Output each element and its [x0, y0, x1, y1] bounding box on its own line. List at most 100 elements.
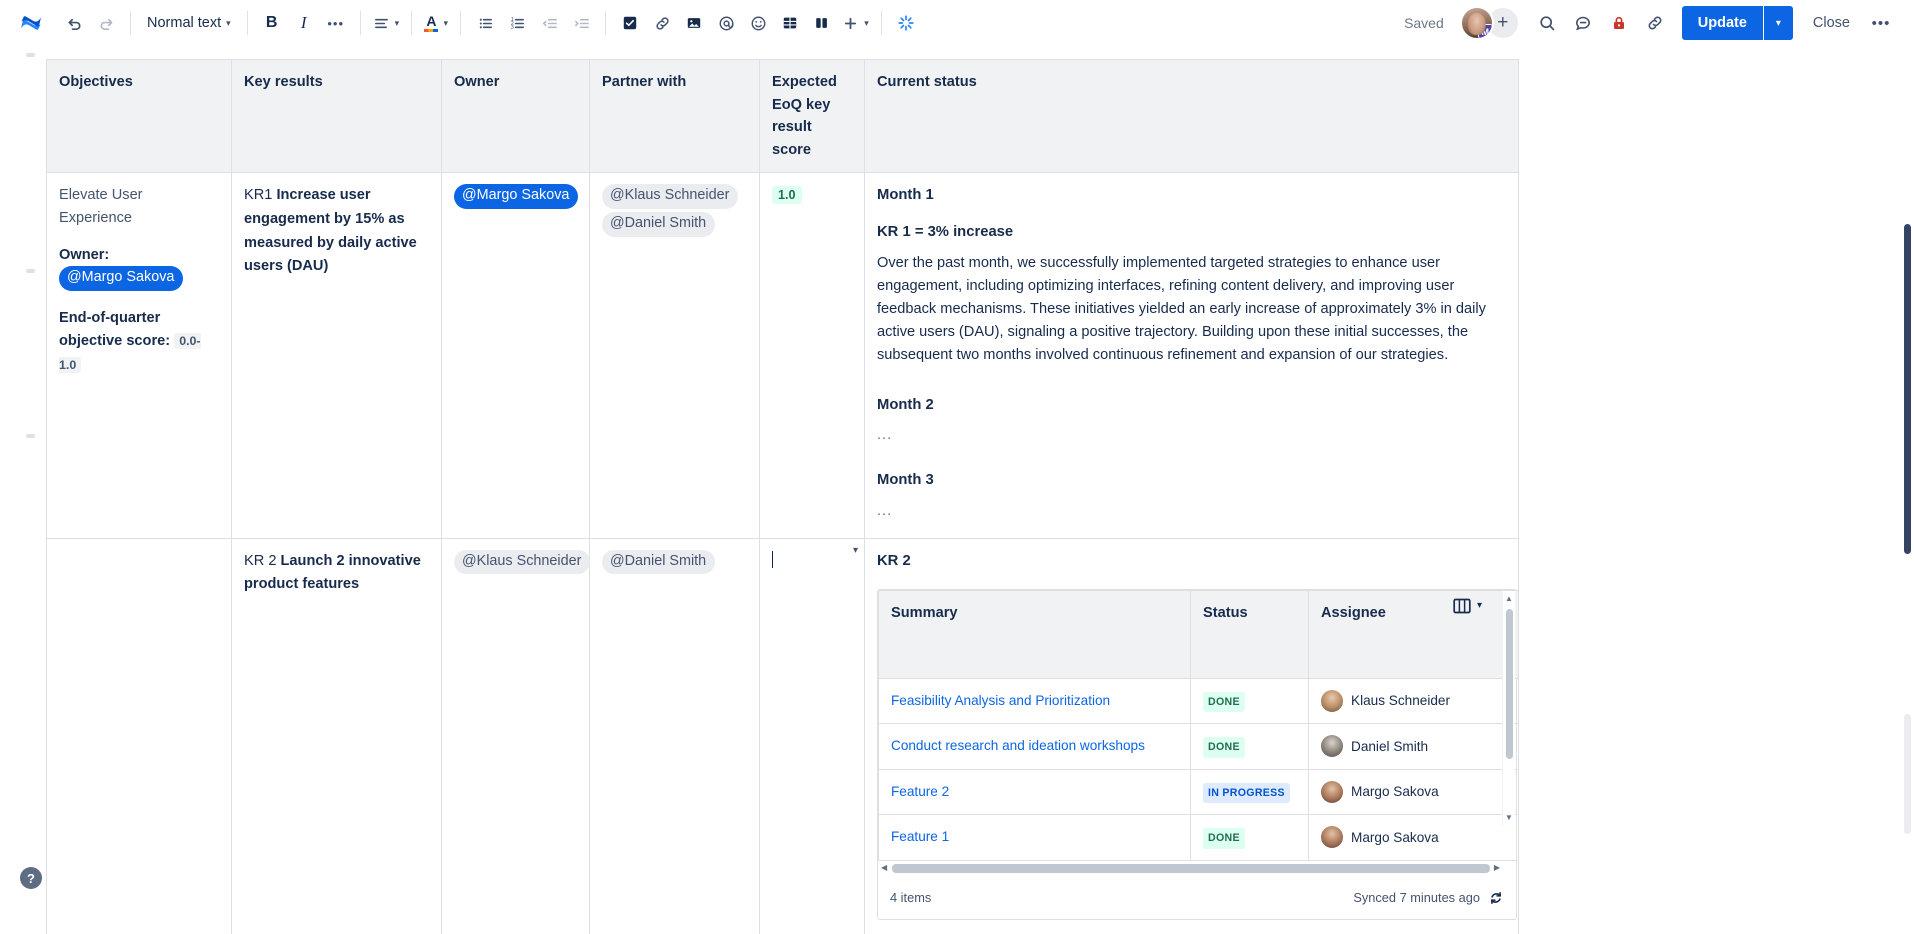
text-align-icon[interactable]: ▾	[369, 7, 404, 39]
cell-current-status[interactable]: Month 1 KR 1 = 3% increase Over the past…	[865, 173, 1519, 538]
cell-current-status[interactable]: KR 2 ▾	[865, 538, 1519, 934]
comment-icon[interactable]	[1566, 6, 1600, 40]
mention-chip[interactable]: @Margo Sakova	[454, 184, 578, 209]
score-header-line-2: EoQ key	[772, 94, 852, 117]
cell-objective[interactable]: Elevate User Experience Owner: @Margo Sa…	[47, 173, 232, 538]
mention-chip[interactable]: @Margo Sakova	[59, 266, 183, 291]
jira-vertical-scroll-thumb[interactable]	[1506, 609, 1513, 759]
cell-partner-with[interactable]: @Daniel Smith	[590, 538, 760, 934]
jira-row[interactable]: Conduct research and ideation workshops …	[879, 724, 1519, 770]
lock-restrictions-icon[interactable]	[1602, 6, 1636, 40]
page-scrollbar-track[interactable]	[1900, 94, 1914, 934]
close-button[interactable]: Close	[1801, 6, 1862, 40]
toolbar-divider	[130, 11, 131, 35]
score-header-line-3: result score	[772, 116, 852, 161]
task-checkbox-icon[interactable]	[614, 7, 646, 39]
toolbar-divider	[605, 11, 606, 35]
jira-table-scroll-area: ▾ Summary Status Assignee	[878, 590, 1516, 860]
jira-row[interactable]: Feature 1 DONE Margo Sakova	[879, 815, 1519, 860]
jira-column-header-status[interactable]: Status	[1191, 590, 1309, 678]
avatar[interactable]: M	[1460, 6, 1494, 40]
list-group: 123	[469, 7, 597, 39]
page-layout-icon[interactable]	[806, 7, 838, 39]
column-header-expected-score[interactable]: Expected EoQ key result score	[760, 60, 865, 173]
help-button[interactable]: ?	[20, 867, 42, 889]
jira-issue-link[interactable]: Conduct research and ideation workshops	[891, 738, 1145, 753]
scroll-left-arrow-icon[interactable]: ◀	[881, 862, 887, 874]
cell-objective[interactable]	[47, 538, 232, 934]
cell-key-result[interactable]: KR1 Increase user engagement by 15% as m…	[232, 173, 442, 538]
jira-footer: 4 items Synced 7 minutes ago	[878, 875, 1516, 919]
table-row: KR 2 Launch 2 innovative product feature…	[47, 538, 1519, 934]
column-header-partner-with[interactable]: Partner with	[590, 60, 760, 173]
more-options-button[interactable]: •••	[1864, 6, 1898, 40]
image-icon[interactable]	[678, 7, 710, 39]
cell-expected-score[interactable]: ▾	[760, 538, 865, 934]
jira-horizontal-scrollbar[interactable]: ◀ ▶	[878, 860, 1516, 875]
redo-icon[interactable]	[90, 7, 122, 39]
column-header-owner[interactable]: Owner	[442, 60, 590, 173]
indent-icon[interactable]	[565, 7, 597, 39]
atlassian-intelligence-icon[interactable]	[890, 7, 922, 39]
mention-chip[interactable]: @Daniel Smith	[602, 550, 715, 575]
status-month-3-body: ...	[877, 500, 1506, 523]
secondary-scrollbar-thumb[interactable]	[1904, 714, 1911, 834]
confluence-editor-window: Normal text ▾ B I ••• ▾ A ▾	[0, 0, 1914, 934]
column-header-key-results[interactable]: Key results	[232, 60, 442, 173]
link-icon[interactable]	[646, 7, 678, 39]
toolbar-divider	[411, 11, 412, 35]
toolbar-divider	[460, 11, 461, 35]
jira-row[interactable]: Feature 2 IN PROGRESS Margo Sakova	[879, 769, 1519, 815]
jira-column-header-summary[interactable]: Summary	[879, 590, 1191, 678]
mention-chip[interactable]: @Klaus Schneider	[602, 184, 738, 209]
plus-insert-icon[interactable]: ▾	[838, 7, 873, 39]
more-formatting-button[interactable]: •••	[320, 7, 352, 39]
text-style-dropdown[interactable]: Normal text ▾	[139, 7, 239, 39]
confluence-logo-icon	[16, 8, 46, 38]
jira-horizontal-scroll-thumb[interactable]	[892, 864, 1490, 873]
jira-vertical-scrollbar[interactable]: ▲ ▼	[1502, 591, 1515, 826]
scroll-right-arrow-icon[interactable]: ▶	[1494, 862, 1500, 874]
cell-owner[interactable]: @Margo Sakova	[442, 173, 590, 538]
text-color-icon[interactable]: A ▾	[420, 7, 452, 39]
mention-chip[interactable]: @Klaus Schneider	[454, 550, 590, 575]
row-drag-handle[interactable]	[26, 53, 35, 57]
update-button[interactable]: Update	[1682, 6, 1763, 40]
search-icon[interactable]	[1530, 6, 1564, 40]
undo-icon[interactable]	[58, 7, 90, 39]
cell-partner-with[interactable]: @Klaus Schneider @Daniel Smith	[590, 173, 760, 538]
page-scrollbar-thumb[interactable]	[1904, 224, 1911, 554]
emoji-icon[interactable]	[742, 7, 774, 39]
table-icon[interactable]	[774, 7, 806, 39]
row-drag-handle[interactable]	[26, 269, 35, 273]
avatar	[1321, 826, 1343, 848]
scroll-up-arrow-icon[interactable]: ▲	[1505, 593, 1513, 605]
jira-columns-button[interactable]: ▾	[1453, 598, 1482, 614]
update-dropdown-chevron-down-icon[interactable]: ▾	[1763, 6, 1793, 40]
svg-text:3: 3	[511, 24, 514, 30]
row-drag-handle[interactable]	[26, 434, 35, 438]
cell-expected-score[interactable]: 1.0	[760, 173, 865, 538]
column-header-current-status[interactable]: Current status	[865, 60, 1519, 173]
chevron-down-icon[interactable]: ▾	[853, 543, 858, 559]
mention-at-icon[interactable]	[710, 7, 742, 39]
cell-key-result[interactable]: KR 2 Launch 2 innovative product feature…	[232, 538, 442, 934]
jira-issue-link[interactable]: Feature 2	[891, 784, 949, 799]
jira-issue-link[interactable]: Feasibility Analysis and Prioritization	[891, 693, 1110, 708]
bullet-list-icon[interactable]	[469, 7, 501, 39]
outdent-icon[interactable]	[533, 7, 565, 39]
status-badge: IN PROGRESS	[1203, 783, 1290, 803]
jira-issue-link[interactable]: Feature 1	[891, 829, 949, 844]
mention-chip[interactable]: @Daniel Smith	[602, 212, 715, 237]
cell-owner[interactable]: @Klaus Schneider	[442, 538, 590, 934]
refresh-icon[interactable]	[1488, 890, 1504, 906]
bold-button[interactable]: B	[256, 7, 288, 39]
jira-column-header-assignee[interactable]: Assignee	[1309, 590, 1519, 678]
column-header-objectives[interactable]: Objectives	[47, 60, 232, 173]
jira-row[interactable]: Feasibility Analysis and Prioritization …	[879, 678, 1519, 724]
scroll-down-arrow-icon[interactable]: ▼	[1505, 812, 1513, 824]
numbered-list-icon[interactable]: 123	[501, 7, 533, 39]
italic-button[interactable]: I	[288, 7, 320, 39]
copy-link-icon[interactable]	[1638, 6, 1672, 40]
kr-prefix: KR 2	[244, 553, 276, 569]
